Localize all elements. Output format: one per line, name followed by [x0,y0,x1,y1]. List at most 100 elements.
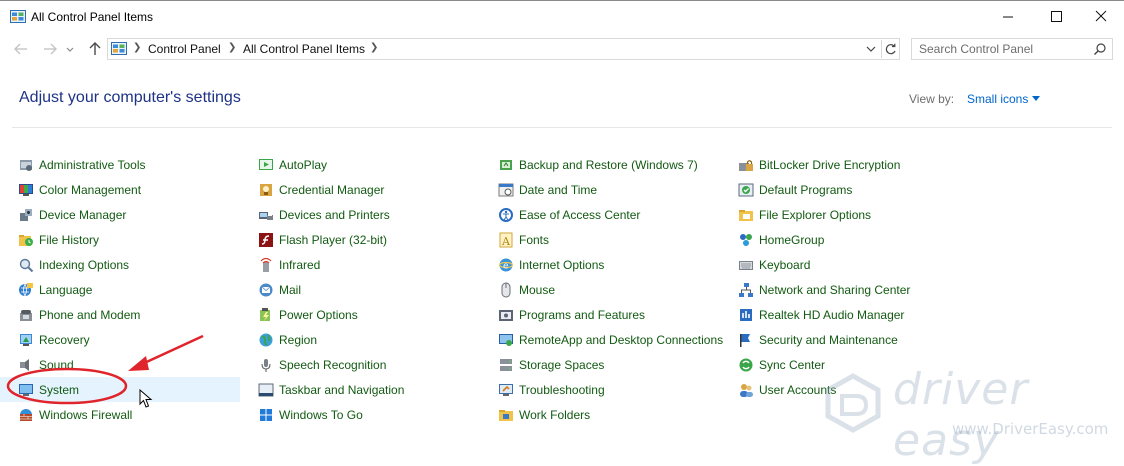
item-power-options[interactable]: Power Options [240,302,480,327]
item-indexing-options[interactable]: Indexing Options [0,252,240,277]
item-system[interactable]: System [0,377,240,402]
item-network-and-sharing-center[interactable]: Network and Sharing Center [720,277,960,302]
power-options-icon [260,307,270,321]
date-time-icon [498,183,514,196]
file-history-icon [19,234,33,246]
item-label: Device Manager [39,207,127,222]
mail-icon [259,283,273,296]
remoteapp-icon [499,333,513,346]
item-ease-of-access-center[interactable]: Ease of Access Center [480,202,720,227]
breadcrumb[interactable]: ❯ Control Panel ❯ All Control Panel Item… [107,38,900,60]
maximize-button[interactable] [1033,1,1079,32]
item-label: Flash Player (32-bit) [279,232,388,247]
item-fonts[interactable]: A Fonts [480,227,720,252]
item-device-manager[interactable]: Device Manager [0,202,240,227]
item-administrative-tools[interactable]: Administrative Tools [0,152,240,177]
credential-manager-icon [260,183,272,196]
breadcrumb-separator-icon[interactable]: ❯ [370,42,378,53]
item-mouse[interactable]: Mouse [480,277,720,302]
item-taskbar-and-navigation[interactable]: Taskbar and Navigation [240,377,480,402]
driver-easy-logo-icon [825,373,881,433]
indexing-options-icon [19,258,34,272]
item-flash-player-32-bit[interactable]: Flash Player (32-bit) [240,227,480,252]
item-label: Indexing Options [39,257,130,272]
infrared-icon [260,257,272,272]
item-windows-firewall[interactable]: Windows Firewall [0,402,240,427]
item-backup-and-restore-windows-7[interactable]: Backup and Restore (Windows 7) [480,152,720,177]
color-management-icon [19,183,33,196]
item-label: Work Folders [519,407,591,422]
breadcrumb-control-panel[interactable]: Control Panel [148,42,221,56]
control-panel-icon [10,10,26,23]
item-label: Infrared [279,257,321,272]
backup-restore-icon [500,159,512,170]
item-bitlocker-drive-encryption[interactable]: BitLocker Drive Encryption [720,152,960,177]
default-programs-icon [738,183,754,196]
item-internet-options[interactable]: e Internet Options [480,252,720,277]
item-region[interactable]: Region [240,327,480,352]
programs-features-icon [499,309,513,321]
forward-arrow-icon[interactable] [41,40,59,58]
watermark-url: www.DriverEasy.com [952,420,1109,438]
item-devices-and-printers[interactable]: Devices and Printers [240,202,480,227]
refresh-icon[interactable] [881,40,900,58]
breadcrumb-separator-icon[interactable]: ❯ [133,42,141,53]
ease-of-access-icon [499,207,513,222]
item-storage-spaces[interactable]: Storage Spaces [480,352,720,377]
item-work-folders[interactable]: Work Folders [480,402,720,427]
up-arrow-icon[interactable] [86,40,104,58]
items-column-1: Administrative Tools Color Management Devi… [0,152,240,427]
item-file-history[interactable]: File History [0,227,240,252]
title-bar: All Control Panel Items [0,0,1124,32]
caret-down-icon[interactable] [1032,96,1040,101]
item-label: HomeGroup [759,232,825,247]
item-label: File Explorer Options [759,207,872,222]
item-label: Recovery [39,332,90,347]
back-arrow-icon[interactable] [12,40,30,58]
item-label: Mouse [519,282,556,297]
item-label: Fonts [519,232,550,247]
minimize-button[interactable] [985,1,1031,32]
item-keyboard[interactable]: Keyboard [720,252,960,277]
item-speech-recognition[interactable]: Speech Recognition [240,352,480,377]
item-recovery[interactable]: Recovery [0,327,240,352]
item-sound[interactable]: Sound [0,352,240,377]
close-button[interactable] [1078,1,1124,32]
item-language[interactable]: Language [0,277,240,302]
search-icon[interactable] [1093,42,1107,56]
item-color-management[interactable]: Color Management [0,177,240,202]
sync-center-icon [739,358,753,371]
item-troubleshooting[interactable]: Troubleshooting [480,377,720,402]
storage-spaces-icon [500,358,512,371]
item-label: File History [39,232,100,247]
fonts-icon: A [499,232,513,248]
item-mail[interactable]: Mail [240,277,480,302]
breadcrumb-separator-icon[interactable]: ❯ [228,42,236,53]
close-icon [1095,10,1107,22]
breadcrumb-all-items[interactable]: All Control Panel Items [243,42,365,56]
search-input[interactable] [912,39,1094,59]
divider [12,127,1112,128]
address-dropdown-chevron-icon[interactable] [863,40,879,58]
item-credential-manager[interactable]: Credential Manager [240,177,480,202]
address-bar: ❯ Control Panel ❯ All Control Panel Item… [0,36,1124,62]
item-homegroup[interactable]: HomeGroup [720,227,960,252]
item-label: Phone and Modem [39,307,141,322]
item-security-and-maintenance[interactable]: Security and Maintenance [720,327,960,352]
item-windows-to-go[interactable]: Windows To Go [240,402,480,427]
item-infrared[interactable]: Infrared [240,252,480,277]
item-label: RemoteApp and Desktop Connections [519,332,724,347]
view-by-dropdown[interactable]: Small icons [967,92,1028,106]
item-programs-and-features[interactable]: Programs and Features [480,302,720,327]
item-autoplay[interactable]: AutoPlay [240,152,480,177]
item-date-and-time[interactable]: Date and Time [480,177,720,202]
item-phone-and-modem[interactable]: Phone and Modem [0,302,240,327]
recent-locations-chevron-icon[interactable] [64,40,76,58]
items-column-3: Backup and Restore (Windows 7) Date and T… [480,152,724,427]
item-label: System [39,382,80,397]
item-remoteapp-and-desktop-connections[interactable]: RemoteApp and Desktop Connections [480,327,724,352]
item-default-programs[interactable]: Default Programs [720,177,960,202]
item-realtek-hd-audio-manager[interactable]: Realtek HD Audio Manager [720,302,960,327]
flash-player-icon [259,232,273,247]
item-file-explorer-options[interactable]: File Explorer Options [720,202,960,227]
